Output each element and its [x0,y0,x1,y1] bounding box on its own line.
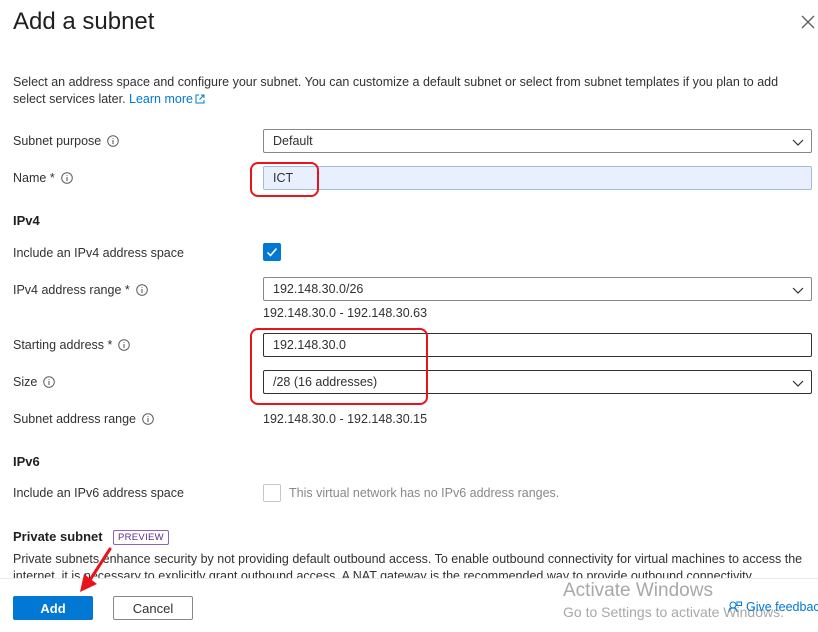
include-ipv6-checkbox [263,484,281,502]
info-icon[interactable] [142,413,154,425]
include-ipv6-label: Include an IPv6 address space [13,486,184,500]
panel-title: Add a subnet [13,8,155,35]
private-subnet-description: Private subnets enhance security by not … [13,552,803,579]
activate-windows-watermark: Activate Windows [563,580,713,601]
private-subnet-heading: Private subnet [13,529,103,544]
ipv4-range-text: 192.148.30.0 - 192.148.30.63 [263,306,428,320]
subnet-range-label: Subnet address range [13,412,154,426]
ipv4-section-heading: IPv4 [13,213,40,228]
chevron-down-icon [792,287,804,294]
subnet-purpose-dropdown[interactable]: Default [263,129,812,153]
close-icon[interactable] [800,14,816,30]
chevron-down-icon [792,380,804,387]
ipv4-range-label: IPv4 address range * [13,283,148,297]
ipv6-note: This virtual network has no IPv6 address… [289,486,560,500]
size-dropdown[interactable]: /28 (16 addresses) [263,370,812,394]
ipv4-range-dropdown[interactable]: 192.148.30.0/26 [263,277,812,301]
feedback-icon [728,601,742,613]
ipv6-section-heading: IPv6 [13,454,40,469]
name-input[interactable] [263,166,812,190]
subnet-range-value: 192.148.30.0 - 192.148.30.15 [263,412,428,426]
info-icon[interactable] [135,284,148,296]
learn-more-link[interactable]: Learn more [129,92,205,106]
info-icon[interactable] [118,339,131,351]
add-button[interactable]: Add [13,596,93,620]
starting-address-label: Starting address * [13,338,131,352]
cancel-button[interactable]: Cancel [113,596,193,620]
size-label: Size [13,375,56,389]
panel-description: Select an address space and configure yo… [13,75,779,106]
info-icon[interactable] [43,376,56,388]
include-ipv4-checkbox[interactable] [263,243,281,261]
info-icon[interactable] [60,172,73,184]
external-link-icon [195,94,205,104]
chevron-down-icon [792,139,804,146]
starting-address-input[interactable] [263,333,812,357]
subnet-purpose-label: Subnet purpose [13,134,120,148]
name-label: Name * [13,171,73,185]
info-icon[interactable] [107,135,120,147]
preview-badge: PREVIEW [113,530,169,545]
checkmark-icon [266,247,278,257]
include-ipv4-label: Include an IPv4 address space [13,246,184,260]
give-feedback-link[interactable]: Give feedback [728,600,818,614]
